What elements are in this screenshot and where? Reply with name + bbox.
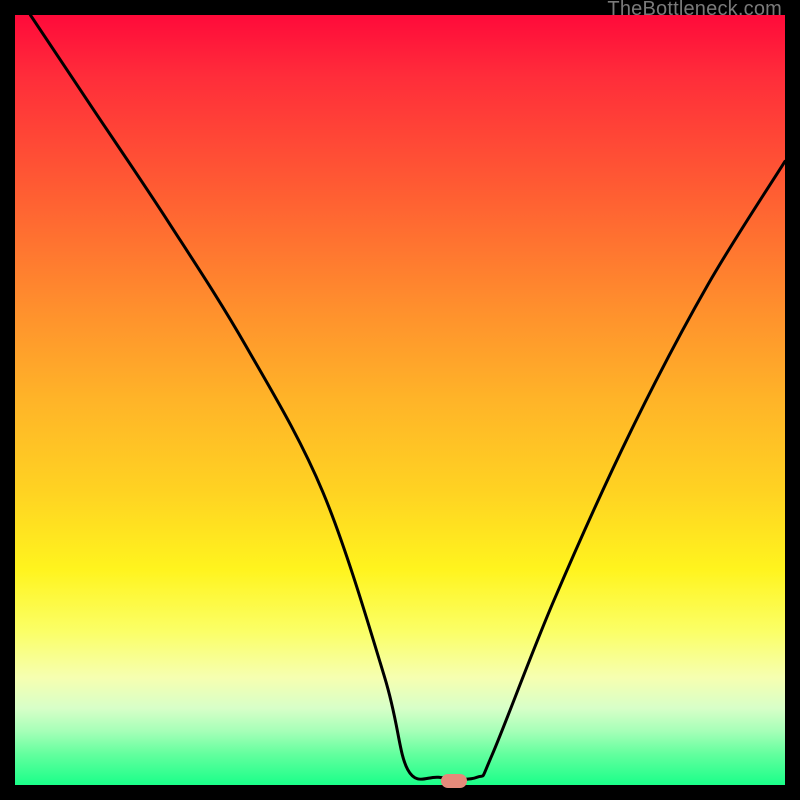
optimum-marker (441, 774, 467, 788)
chart-curve-layer (15, 15, 785, 785)
bottleneck-curve (30, 15, 785, 779)
watermark-label: TheBottleneck.com (607, 0, 782, 21)
